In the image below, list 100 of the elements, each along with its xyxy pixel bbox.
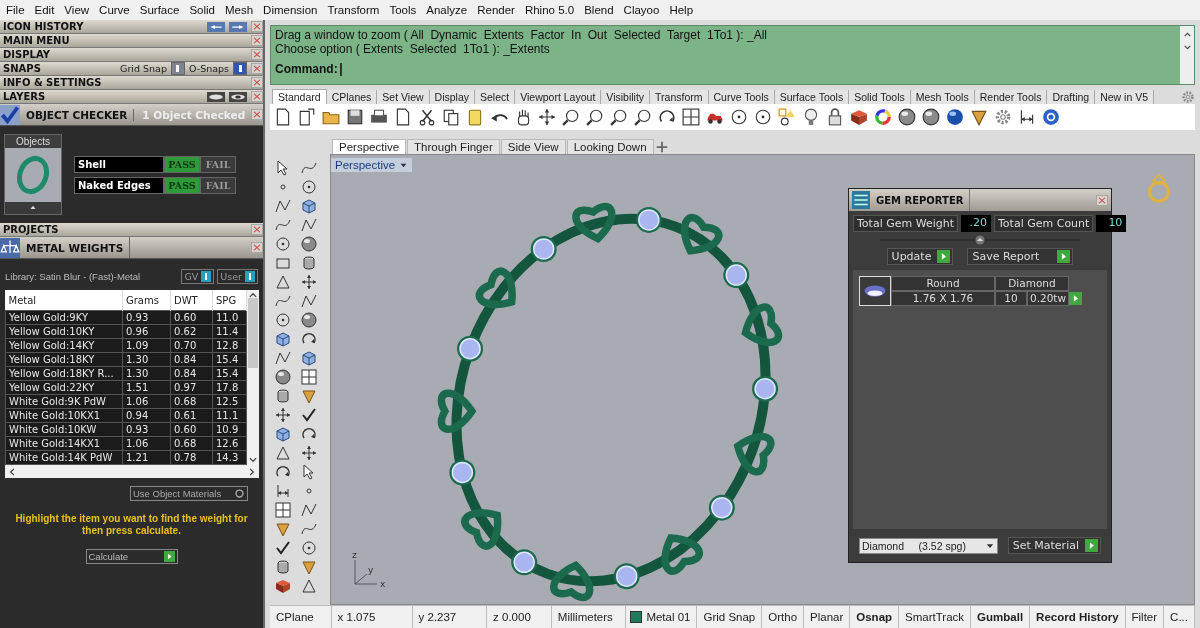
status-toggle[interactable]: Filter <box>1125 606 1165 628</box>
sphere-icon[interactable] <box>301 311 317 328</box>
status-toggle[interactable]: C... <box>1164 606 1195 628</box>
cylinder-icon[interactable] <box>275 387 291 404</box>
status-toggle[interactable]: Planar <box>804 606 851 628</box>
set-material-button[interactable]: Set Material <box>1007 537 1101 554</box>
circle-icon[interactable] <box>754 108 772 126</box>
grid-icon[interactable] <box>301 368 317 385</box>
close-icon[interactable] <box>251 63 263 74</box>
bulb-icon[interactable] <box>802 108 820 126</box>
circle-icon[interactable] <box>730 108 748 126</box>
new-page-icon[interactable] <box>298 108 316 126</box>
panel-header[interactable]: INFO & SETTINGS <box>0 76 263 90</box>
oval-icon[interactable] <box>207 91 225 102</box>
toolbar-tab[interactable]: Surface Tools <box>774 90 850 104</box>
cube-icon[interactable] <box>275 330 291 347</box>
menu-item[interactable]: Surface <box>139 4 180 16</box>
circle-icon[interactable] <box>275 235 291 252</box>
copy-icon[interactable] <box>442 108 460 126</box>
scissors-icon[interactable] <box>418 108 436 126</box>
object-thumbnail[interactable]: Objects <box>4 134 62 215</box>
sphere-icon[interactable] <box>922 108 940 126</box>
toolbar-tab[interactable]: Solid Tools <box>849 90 911 104</box>
toggle-knob-icon[interactable] <box>234 488 245 499</box>
toolbar-tab[interactable]: Drafting <box>1047 90 1096 104</box>
close-icon[interactable] <box>251 77 263 88</box>
menu-item[interactable]: Render <box>477 4 515 16</box>
material-dropdown[interactable]: Diamond (3.52 spg) <box>859 537 998 554</box>
column-header[interactable]: Metal <box>5 290 123 311</box>
sphere-icon[interactable] <box>275 368 291 385</box>
status-toggle[interactable]: Ortho <box>762 606 805 628</box>
close-icon[interactable] <box>251 91 263 102</box>
status-toggle[interactable]: Record History <box>1030 606 1126 628</box>
cylinder-icon[interactable] <box>301 254 317 271</box>
panel-header[interactable]: ICON HISTORY <box>0 20 263 34</box>
toolbar-tab[interactable]: Curve Tools <box>708 90 775 104</box>
panel-header[interactable]: SNAPS Grid Snap O-Snaps <box>0 62 263 76</box>
menu-item[interactable]: File <box>6 4 25 16</box>
menu-item[interactable]: Edit <box>34 4 55 16</box>
close-icon[interactable] <box>251 224 263 235</box>
toolbar-tab[interactable]: New in V5 <box>1095 90 1154 104</box>
grid-icon[interactable] <box>275 501 291 518</box>
solid-icon[interactable] <box>850 108 868 126</box>
eye-icon[interactable] <box>229 91 247 102</box>
circle-icon[interactable] <box>301 539 317 556</box>
layer-name[interactable]: Metal 01 <box>646 611 691 623</box>
check-icon[interactable] <box>301 406 317 423</box>
snap-toggle[interactable] <box>233 62 247 75</box>
menu-item[interactable]: Mesh <box>225 4 254 16</box>
color-wheel-icon[interactable] <box>874 108 892 126</box>
splitter-handle[interactable] <box>880 235 1080 245</box>
play-icon[interactable] <box>1057 250 1071 263</box>
save-report-button[interactable]: Save Report <box>967 248 1074 265</box>
dimension-icon[interactable] <box>275 482 291 499</box>
chevron-left-icon[interactable] <box>7 466 17 477</box>
units-label[interactable]: Millimeters <box>551 606 627 628</box>
menu-item[interactable]: Transform <box>327 4 380 16</box>
magnifier-icon[interactable] <box>562 108 580 126</box>
status-toggle[interactable]: Gumball <box>971 606 1031 628</box>
cube-icon[interactable] <box>275 425 291 442</box>
viewport-tab[interactable]: Through Finger <box>407 139 500 154</box>
cone-icon[interactable] <box>301 558 317 575</box>
column-header[interactable]: Grams <box>122 290 171 311</box>
toolbar-tab[interactable]: Standard <box>272 89 327 104</box>
menu-item[interactable]: Curve <box>99 4 130 16</box>
move-icon[interactable] <box>275 406 291 423</box>
chevron-down-icon[interactable] <box>248 455 258 465</box>
panel-header[interactable]: PROJECTS <box>0 223 263 237</box>
command-input[interactable] <box>339 62 342 76</box>
toggle-switch[interactable] <box>201 271 212 282</box>
sphere-icon[interactable] <box>301 235 317 252</box>
polyline-icon[interactable] <box>275 197 291 214</box>
toolbar-tab[interactable]: Set View <box>377 90 430 104</box>
polyline-icon[interactable] <box>301 292 317 309</box>
viewport-tab[interactable]: Looking Down <box>566 139 654 154</box>
close-icon[interactable] <box>251 109 264 120</box>
play-icon[interactable] <box>163 551 175 562</box>
toolbar-tab[interactable]: CPlanes <box>326 90 378 104</box>
cube-icon[interactable] <box>301 197 317 214</box>
cylinder-icon[interactable] <box>275 558 291 575</box>
toolbar-tab[interactable]: Display <box>429 90 475 104</box>
ball-icon[interactable] <box>946 108 964 126</box>
panel-header[interactable]: DISPLAY <box>0 48 263 62</box>
horizontal-scrollbar[interactable] <box>5 465 259 478</box>
status-toggle[interactable]: Osnap <box>850 606 900 628</box>
menu-item[interactable]: Clayoo <box>623 4 660 16</box>
magnifier-icon[interactable] <box>634 108 652 126</box>
magnifier-icon[interactable] <box>610 108 628 126</box>
vertical-scrollbar[interactable] <box>247 290 259 465</box>
toolbar-tab[interactable]: Render Tools <box>974 90 1048 104</box>
dimension-icon[interactable] <box>1018 108 1036 126</box>
right-arrow-icon[interactable] <box>229 21 247 32</box>
printer-icon[interactable] <box>370 108 388 126</box>
plus-icon[interactable] <box>654 140 669 154</box>
left-arrow-icon[interactable] <box>207 21 225 32</box>
close-icon[interactable] <box>251 49 263 60</box>
menu-item[interactable]: Tools <box>389 4 417 16</box>
toolbar-tab[interactable]: Visibility <box>601 90 651 104</box>
menu-item[interactable]: Analyze <box>426 4 468 16</box>
menu-item[interactable]: Solid <box>189 4 215 16</box>
